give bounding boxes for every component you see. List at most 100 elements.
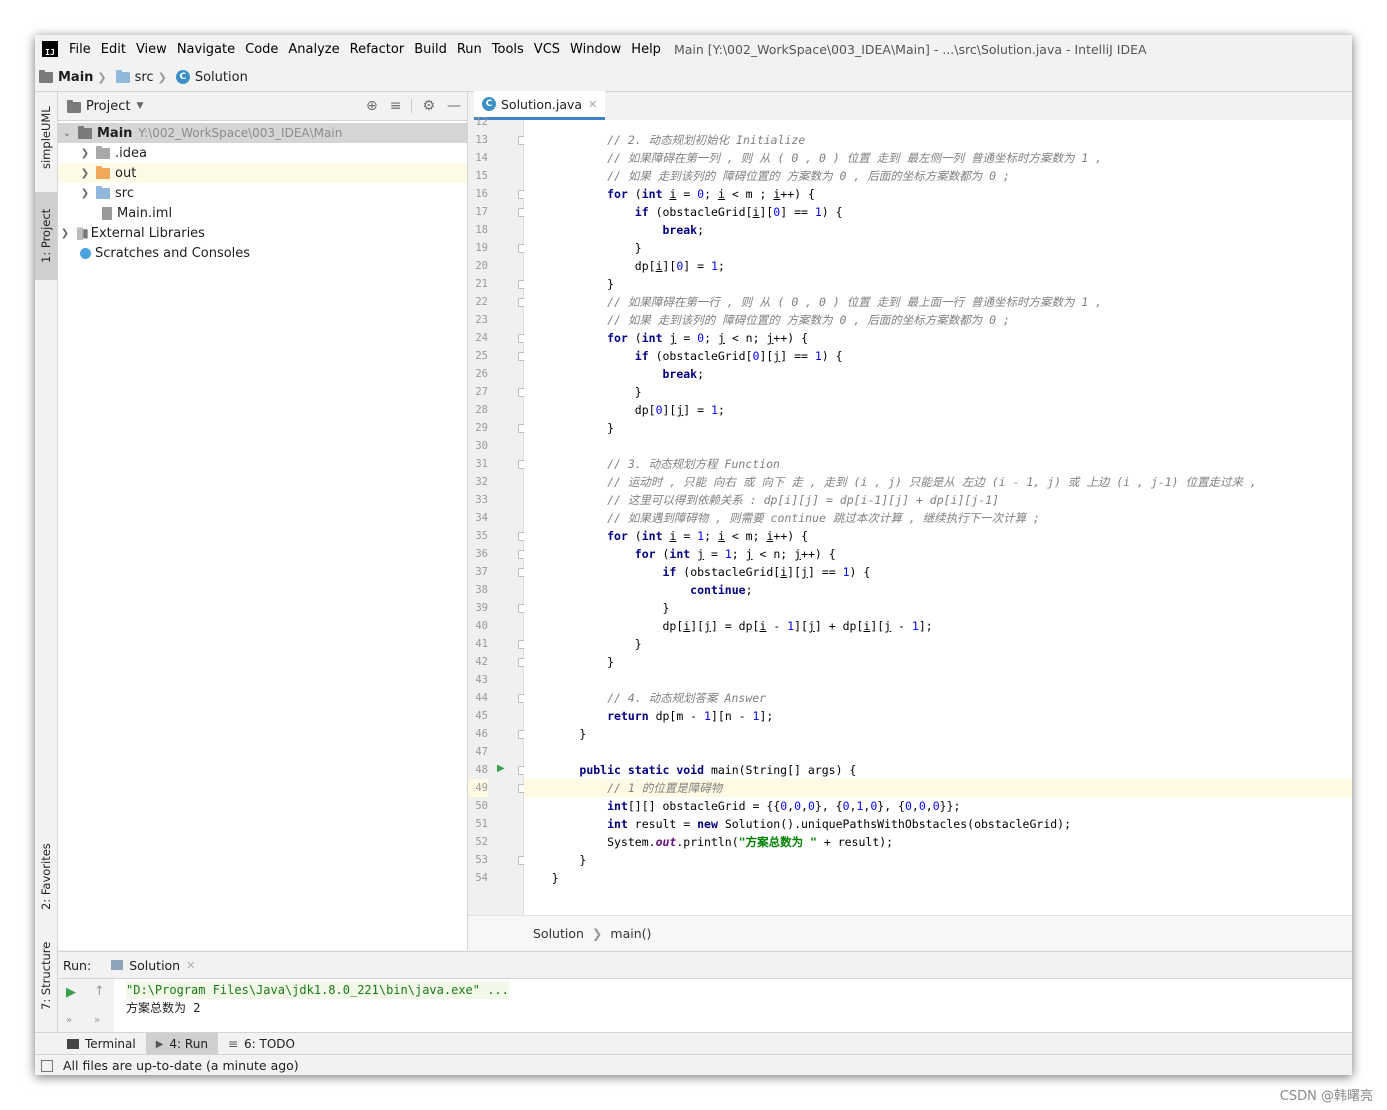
code-line[interactable]: } — [524, 239, 1352, 257]
nav-crumb-src[interactable]: src ❯ — [115, 69, 172, 85]
breadcrumb-method[interactable]: main() — [610, 926, 651, 941]
tool-tab-structure[interactable]: 7: Structure — [35, 934, 57, 1018]
code-area[interactable]: // 2. 动态规划初始化 Initialize // 如果障碍在第一列 , 则… — [524, 120, 1352, 916]
code-line[interactable]: if (obstacleGrid[i][j] == 1) { — [524, 563, 1352, 581]
gear-icon[interactable]: ⚙ — [422, 98, 435, 114]
menu-refactor[interactable]: Refactor — [345, 42, 410, 57]
code-line[interactable]: dp[i][0] = 1; — [524, 257, 1352, 275]
menu-vcs[interactable]: VCS — [529, 42, 565, 57]
nav-crumb-main[interactable]: Main ❯ — [39, 69, 112, 85]
code-line[interactable]: } — [524, 599, 1352, 617]
menu-navigate[interactable]: Navigate — [172, 42, 240, 57]
tool-tab-favorites[interactable]: 2: Favorites — [35, 832, 57, 922]
code-line[interactable]: continue; — [524, 581, 1352, 599]
code-line[interactable]: int result = new Solution().uniquePathsW… — [524, 815, 1352, 833]
code-line[interactable]: // 如果障碍在第一列 , 则 从 ( 0 , 0 ) 位置 走到 最左侧一列 … — [524, 149, 1352, 167]
code-line[interactable]: for (int i = 1; i < m; i++) { — [524, 527, 1352, 545]
code-line[interactable]: // 2. 动态规划初始化 Initialize — [524, 131, 1352, 149]
locate-icon[interactable]: ⊕ — [366, 98, 378, 114]
code-line[interactable]: return dp[m - 1][n - 1]; — [524, 707, 1352, 725]
breadcrumb-class[interactable]: Solution — [533, 926, 584, 941]
line-number: 38 — [475, 584, 488, 596]
code-line[interactable]: int[][] obstacleGrid = {{0,0,0}, {0,1,0}… — [524, 797, 1352, 815]
code-line[interactable] — [524, 671, 1352, 689]
chevron-right-icon[interactable]: ❯ — [58, 228, 72, 239]
close-icon[interactable]: ✕ — [588, 98, 597, 111]
code-line[interactable]: } — [524, 275, 1352, 293]
code-line[interactable]: } — [524, 851, 1352, 869]
code-line[interactable]: System.out.println("方案总数为 " + result); — [524, 833, 1352, 851]
tool-tab-run[interactable]: ▶ 4: Run — [145, 1033, 218, 1055]
menu-analyze[interactable]: Analyze — [283, 42, 344, 57]
editor-tab-solution[interactable]: C Solution.java ✕ — [474, 91, 606, 120]
code-line[interactable]: // 1 的位置是障碍物 — [524, 779, 1352, 797]
chevron-down-icon[interactable]: ⌄ — [60, 128, 74, 139]
more-icon[interactable]: » — [66, 1015, 72, 1026]
code-line[interactable]: } — [524, 383, 1352, 401]
menu-tools[interactable]: Tools — [487, 42, 529, 57]
code-line[interactable]: // 如果 走到该列的 障碍位置的 方案数为 0 , 后面的坐标方案数都为 0 … — [524, 311, 1352, 329]
close-icon[interactable]: ✕ — [186, 959, 195, 972]
chevron-right-icon[interactable]: ❯ — [78, 168, 92, 179]
tree-item-scratches[interactable]: Scratches and Consoles — [58, 243, 467, 263]
line-number: 18 — [475, 224, 488, 236]
code-line[interactable] — [524, 120, 1352, 131]
tree-item-external-libraries[interactable]: ❯ |||▮ External Libraries — [58, 223, 467, 243]
tree-item-src[interactable]: ❯ src — [58, 183, 467, 203]
menu-code[interactable]: Code — [240, 42, 283, 57]
arrow-up-icon[interactable]: ↑ — [94, 984, 105, 999]
project-view-selector[interactable]: Project — [86, 99, 130, 114]
collapse-all-icon[interactable]: ≡ — [390, 98, 402, 114]
code-line[interactable]: // 如果 走到该列的 障碍位置的 方案数为 0 , 后面的坐标方案数都为 0 … — [524, 167, 1352, 185]
code-line[interactable]: } — [524, 653, 1352, 671]
menu-run[interactable]: Run — [452, 42, 487, 57]
menu-window[interactable]: Window — [565, 42, 626, 57]
code-line[interactable]: if (obstacleGrid[0][j] == 1) { — [524, 347, 1352, 365]
code-line[interactable] — [524, 437, 1352, 455]
tree-item-main[interactable]: ⌄ Main Y:\002_WorkSpace\003_IDEA\Main — [58, 123, 467, 143]
tool-tab-simpleuml[interactable]: simpleUML — [35, 98, 57, 178]
code-line[interactable]: break; — [524, 365, 1352, 383]
code-line[interactable]: dp[i][j] = dp[i - 1][j] + dp[i][j - 1]; — [524, 617, 1352, 635]
chevron-right-icon[interactable]: ❯ — [78, 148, 92, 159]
code-line[interactable]: // 4. 动态规划答案 Answer — [524, 689, 1352, 707]
code-line[interactable] — [524, 743, 1352, 761]
more-icon[interactable]: » — [94, 1015, 100, 1026]
code-line[interactable]: // 如果遇到障碍物 , 则需要 continue 跳过本次计算 , 继续执行下… — [524, 509, 1352, 527]
chevron-right-icon[interactable]: ❯ — [78, 188, 92, 199]
code-line[interactable]: for (int j = 1; j < n; j++) { — [524, 545, 1352, 563]
menu-build[interactable]: Build — [409, 42, 452, 57]
code-line[interactable]: } — [524, 869, 1352, 887]
code-line[interactable]: for (int j = 0; j < n; j++) { — [524, 329, 1352, 347]
code-line[interactable]: // 如果障碍在第一行 , 则 从 ( 0 , 0 ) 位置 走到 最上面一行 … — [524, 293, 1352, 311]
console-output[interactable]: "D:\Program Files\Java\jdk1.8.0_221\bin\… — [126, 981, 509, 1017]
tree-item-out[interactable]: ❯ out — [58, 163, 467, 183]
tool-tab-terminal[interactable]: Terminal — [57, 1033, 146, 1055]
tool-tab-todo[interactable]: ≡ 6: TODO — [218, 1033, 305, 1055]
run-gutter-icon[interactable]: ▶ — [497, 763, 505, 774]
menu-view[interactable]: View — [131, 42, 172, 57]
menu-help[interactable]: Help — [626, 42, 666, 57]
dropdown-arrow-icon[interactable]: ▼ — [136, 101, 143, 111]
code-line[interactable]: } — [524, 725, 1352, 743]
tree-item-idea[interactable]: ❯ .idea — [58, 143, 467, 163]
minimize-icon[interactable]: — — [447, 98, 461, 114]
tree-item-main-iml[interactable]: Main.iml — [58, 203, 467, 223]
code-line[interactable]: // 3. 动态规划方程 Function — [524, 455, 1352, 473]
code-line[interactable]: // 运动时 , 只能 向右 或 向下 走 , 走到 (i , j) 只能是从 … — [524, 473, 1352, 491]
code-line[interactable]: public static void main(String[] args) { — [524, 761, 1352, 779]
rerun-icon[interactable]: ▶ — [66, 985, 76, 1000]
code-line[interactable]: } — [524, 635, 1352, 653]
code-line[interactable]: dp[0][j] = 1; — [524, 401, 1352, 419]
menu-edit[interactable]: Edit — [96, 42, 131, 57]
code-line[interactable]: if (obstacleGrid[i][0] == 1) { — [524, 203, 1352, 221]
tool-window-toggle-icon[interactable] — [41, 1059, 53, 1072]
run-tab-solution[interactable]: Solution ✕ — [111, 958, 195, 973]
code-line[interactable]: break; — [524, 221, 1352, 239]
code-line[interactable]: for (int i = 0; i < m ; i++) { — [524, 185, 1352, 203]
menu-file[interactable]: File — [64, 42, 96, 57]
tool-tab-project[interactable]: 1: Project — [35, 192, 57, 280]
nav-crumb-solution[interactable]: C Solution — [175, 70, 248, 85]
code-line[interactable]: // 这里可以得到依赖关系 : dp[i][j] = dp[i-1][j] + … — [524, 491, 1352, 509]
code-line[interactable]: } — [524, 419, 1352, 437]
